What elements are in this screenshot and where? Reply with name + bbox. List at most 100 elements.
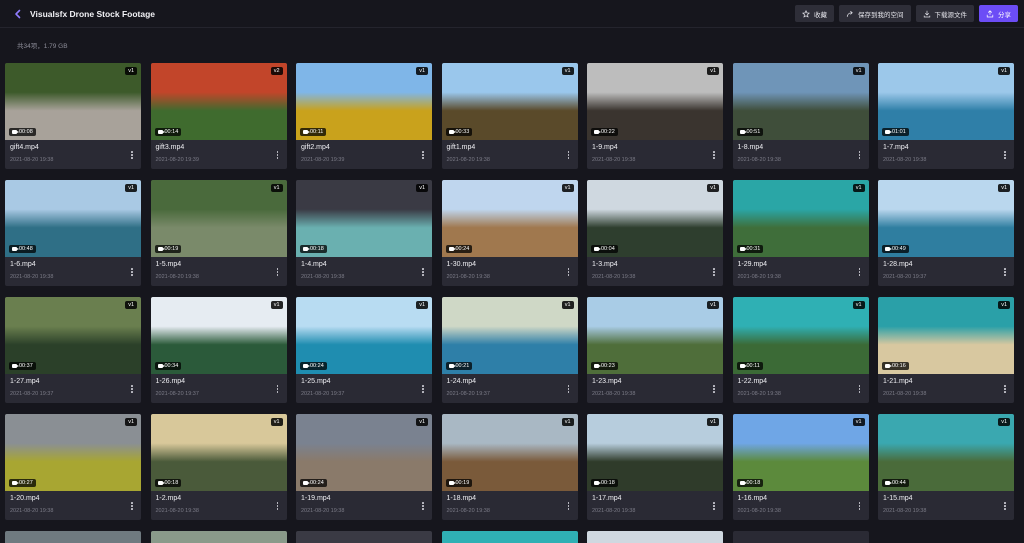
video-card-partial[interactable] [441, 531, 578, 543]
video-card[interactable]: v1 00:51 1-8.mp4 2021-08-20 19:38 [732, 63, 869, 169]
video-card[interactable]: v1 01:01 1-7.mp4 2021-08-20 19:38 [878, 63, 1014, 169]
video-card[interactable]: v1 00:18 1-17.mp4 2021-08-20 19:38 [587, 414, 723, 520]
more-options-icon[interactable] [1002, 266, 1008, 278]
more-options-icon[interactable] [1002, 383, 1008, 395]
video-thumbnail[interactable]: v1 00:37 [5, 297, 141, 374]
video-card[interactable]: v1 00:24 1-30.mp4 2021-08-20 19:38 [441, 180, 578, 286]
more-options-icon[interactable] [275, 149, 281, 161]
video-card[interactable]: v1 00:11 gift2.mp4 2021-08-20 19:39 [296, 63, 432, 169]
video-card[interactable]: v1 00:19 1-18.mp4 2021-08-20 19:38 [441, 414, 578, 520]
more-options-icon[interactable] [129, 266, 135, 278]
video-thumbnail[interactable]: v1 00:19 [150, 180, 287, 257]
more-options-icon[interactable] [857, 500, 863, 512]
video-thumbnail[interactable]: v1 00:31 [732, 180, 869, 257]
video-card[interactable]: v1 00:27 1-20.mp4 2021-08-20 19:38 [5, 414, 141, 520]
more-options-icon[interactable] [711, 500, 717, 512]
video-card[interactable]: v1 00:19 1-5.mp4 2021-08-20 19:38 [150, 180, 287, 286]
video-thumbnail[interactable]: v1 00:51 [732, 63, 869, 140]
more-options-icon[interactable] [857, 266, 863, 278]
video-card[interactable]: v1 00:44 1-15.mp4 2021-08-20 19:38 [878, 414, 1014, 520]
video-card[interactable]: v1 00:04 1-3.mp4 2021-08-20 19:38 [587, 180, 723, 286]
video-thumbnail[interactable]: v1 00:18 [150, 414, 287, 491]
video-card[interactable]: v1 00:21 1-24.mp4 2021-08-20 19:37 [441, 297, 578, 403]
video-thumbnail[interactable]: v1 00:18 [732, 414, 869, 491]
video-card[interactable]: v1 00:18 1-16.mp4 2021-08-20 19:38 [732, 414, 869, 520]
video-card[interactable]: v1 00:34 1-26.mp4 2021-08-20 19:37 [150, 297, 287, 403]
video-thumbnail[interactable]: v1 00:48 [5, 180, 141, 257]
video-thumbnail[interactable]: v1 00:24 [296, 297, 432, 374]
more-options-icon[interactable] [275, 383, 281, 395]
more-options-icon[interactable] [1002, 500, 1008, 512]
video-card[interactable]: v1 00:23 1-23.mp4 2021-08-20 19:38 [587, 297, 723, 403]
video-thumbnail[interactable]: v2 00:14 [150, 63, 287, 140]
more-options-icon[interactable] [711, 149, 717, 161]
video-thumbnail[interactable]: v1 00:19 [441, 414, 578, 491]
video-thumbnail[interactable]: v1 00:08 [5, 63, 141, 140]
download-source-button[interactable]: 下载源文件 [915, 5, 974, 22]
video-card[interactable]: v1 00:22 1-9.mp4 2021-08-20 19:38 [587, 63, 723, 169]
video-thumbnail[interactable]: v1 00:24 [441, 180, 578, 257]
video-card[interactable]: v1 00:48 1-6.mp4 2021-08-20 19:38 [5, 180, 141, 286]
share-button[interactable]: 分享 [979, 5, 1018, 22]
video-card[interactable]: v1 00:18 1-2.mp4 2021-08-20 19:38 [150, 414, 287, 520]
video-card[interactable]: v1 00:33 gift1.mp4 2021-08-20 19:38 [441, 63, 578, 169]
more-options-icon[interactable] [566, 266, 572, 278]
video-thumbnail[interactable]: v1 00:49 [878, 180, 1014, 257]
video-thumbnail[interactable]: v1 00:22 [587, 63, 723, 140]
back-button[interactable] [10, 6, 26, 22]
more-options-icon[interactable] [275, 266, 281, 278]
video-thumbnail[interactable]: v1 00:33 [441, 63, 578, 140]
video-card[interactable]: v1 00:31 1-29.mp4 2021-08-20 19:38 [732, 180, 869, 286]
video-thumbnail[interactable]: v1 00:11 [296, 63, 432, 140]
video-camera-icon [594, 130, 601, 134]
video-thumbnail[interactable]: v1 00:16 [878, 297, 1014, 374]
video-thumbnail[interactable]: v1 00:21 [441, 297, 578, 374]
more-options-icon[interactable] [420, 500, 426, 512]
more-options-icon[interactable] [129, 500, 135, 512]
video-thumbnail[interactable]: v1 00:27 [5, 414, 141, 491]
more-options-icon[interactable] [857, 149, 863, 161]
video-card-partial[interactable] [5, 531, 141, 543]
video-card-partial[interactable] [296, 531, 432, 543]
more-options-icon[interactable] [129, 383, 135, 395]
video-thumbnail[interactable]: v1 00:24 [296, 414, 432, 491]
more-options-icon[interactable] [420, 266, 426, 278]
video-card-partial[interactable] [150, 531, 287, 543]
video-thumbnail[interactable]: v1 00:11 [732, 297, 869, 374]
video-thumbnail[interactable]: v1 00:04 [587, 180, 723, 257]
video-card[interactable]: v1 00:24 1-19.mp4 2021-08-20 19:38 [296, 414, 432, 520]
more-options-icon[interactable] [711, 266, 717, 278]
version-badge: v1 [707, 184, 719, 192]
more-options-icon[interactable] [275, 500, 281, 512]
video-thumbnail[interactable]: v1 00:18 [296, 180, 432, 257]
more-options-icon[interactable] [420, 383, 426, 395]
more-options-icon[interactable] [566, 149, 572, 161]
video-card[interactable]: v1 00:16 1-21.mp4 2021-08-20 19:38 [878, 297, 1014, 403]
favorite-button[interactable]: 收藏 [795, 5, 834, 22]
video-card[interactable]: v1 00:37 1-27.mp4 2021-08-20 19:37 [5, 297, 141, 403]
video-thumbnail[interactable]: v1 00:34 [150, 297, 287, 374]
more-options-icon[interactable] [420, 149, 426, 161]
more-options-icon[interactable] [1002, 149, 1008, 161]
video-card[interactable]: v1 00:24 1-25.mp4 2021-08-20 19:37 [296, 297, 432, 403]
video-card[interactable]: v1 00:49 1-28.mp4 2021-08-20 19:37 [878, 180, 1014, 286]
video-card[interactable]: v1 00:11 1-22.mp4 2021-08-20 19:38 [732, 297, 869, 403]
video-thumbnail[interactable]: v1 01:01 [878, 63, 1014, 140]
duration-text: 00:11 [310, 129, 324, 135]
video-card[interactable]: v2 00:14 gift3.mp4 2021-08-20 19:39 [150, 63, 287, 169]
save-to-my-space-button[interactable]: 保存到我的空间 [839, 5, 911, 22]
video-thumbnail[interactable]: v1 00:23 [587, 297, 723, 374]
more-options-icon[interactable] [857, 383, 863, 395]
video-card[interactable]: v1 00:18 1-4.mp4 2021-08-20 19:38 [296, 180, 432, 286]
more-options-icon[interactable] [129, 149, 135, 161]
duration-text: 00:44 [892, 480, 906, 486]
video-thumbnail[interactable]: v1 00:18 [587, 414, 723, 491]
more-options-icon[interactable] [566, 383, 572, 395]
video-card[interactable]: v1 00:08 gift4.mp4 2021-08-20 19:38 [5, 63, 141, 169]
more-options-icon[interactable] [566, 500, 572, 512]
video-thumbnail[interactable]: v1 00:44 [878, 414, 1014, 491]
more-options-icon[interactable] [711, 383, 717, 395]
video-card-partial[interactable] [587, 531, 723, 543]
file-date: 2021-08-20 19:38 [301, 508, 345, 514]
video-card-partial[interactable] [732, 531, 869, 543]
